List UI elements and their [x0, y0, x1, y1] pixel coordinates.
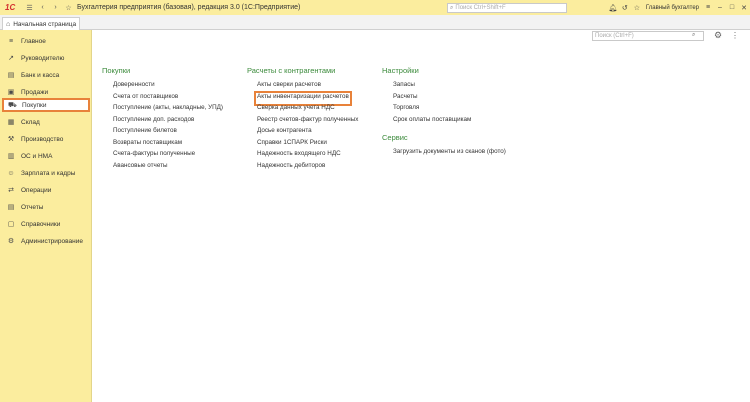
column-purchases: Покупки Доверенности Счета от поставщико… — [102, 66, 223, 173]
gear-icon: ⚙ — [7, 238, 15, 245]
home-icon: ⌂ — [6, 20, 11, 28]
page-search-placeholder: Поиск (Ctrl+F) — [595, 33, 634, 39]
link-item[interactable]: Поступление доп. расходов — [102, 116, 223, 128]
link-item[interactable]: Поступление (акты, накладные, УПД) — [102, 104, 223, 116]
sidebar-item-label: Склад — [21, 118, 40, 126]
close-icon[interactable]: ✕ — [738, 4, 750, 12]
warehouse-icon: ▦ — [7, 119, 15, 126]
link-item[interactable]: Запасы — [382, 81, 506, 93]
link-item[interactable]: Сверка данных учета НДС — [247, 104, 358, 116]
link-item[interactable]: Реестр счетов-фактур полученных — [247, 116, 358, 128]
bank-icon: ▤ — [7, 72, 15, 79]
sidebar-item-label: ОС и НМА — [21, 152, 53, 160]
people-icon: ☺ — [7, 169, 15, 177]
link-item[interactable]: Торговля — [382, 104, 506, 116]
column-settlements: Расчеты с контрагентами Акты сверки расч… — [247, 66, 358, 173]
sidebar-item-reports[interactable]: ▤ Отчеты — [0, 200, 92, 214]
cart-icon: ⛟ — [8, 101, 17, 109]
settings-menu-icon[interactable]: ≡ — [702, 4, 714, 11]
sidebar-item-label: Операции — [21, 186, 52, 194]
column-settings: Настройки Запасы Расчеты Торговля Срок о… — [382, 66, 506, 160]
link-item[interactable]: Поступление билетов — [102, 127, 223, 139]
hamburger-icon: ≡ — [8, 37, 14, 45]
sidebar-item-catalogs[interactable]: ▢ Справочники — [0, 217, 92, 231]
tab-home[interactable]: ⌂ Начальная страница — [2, 17, 80, 30]
sidebar-item-operations[interactable]: ⇄ Операции — [0, 183, 92, 197]
sidebar-item-label: Руководителю — [21, 54, 65, 62]
more-icon[interactable]: ⋮ — [731, 31, 739, 40]
global-search-input[interactable]: ⌕ Поиск Ctrl+Shift+F — [447, 3, 567, 13]
section-title: Расчеты с контрагентами — [247, 66, 336, 75]
chart-line-icon: ↗ — [8, 55, 14, 62]
operations-icon: ⇄ — [8, 187, 14, 194]
titlebar-right-controls: 🔔︎ ↺ ☆ Главный бухгалтер ≡ – □ ✕ — [607, 0, 750, 15]
settings-gear-icon[interactable]: ⚙ — [714, 30, 722, 41]
notifications-icon[interactable]: 🔔︎ — [607, 4, 619, 12]
link-item[interactable]: Надежность дебиторов — [247, 162, 358, 174]
sidebar-item-label: Продажи — [21, 88, 49, 96]
link-item[interactable]: Расчеты — [382, 93, 506, 105]
app-logo: 1С — [5, 3, 16, 12]
link-item[interactable]: Счета-фактуры полученные — [102, 150, 223, 162]
link-item[interactable]: Досье контрагента — [247, 127, 358, 139]
forward-icon[interactable]: › — [51, 3, 60, 12]
sidebar-item-bank[interactable]: ▤ Банк и касса — [0, 68, 92, 82]
section-title: Покупки — [102, 66, 131, 75]
building-icon: ▥ — [7, 153, 15, 160]
link-item[interactable]: Загрузить документы из сканов (фото) — [382, 148, 506, 160]
sidebar-item-label: Производство — [21, 135, 64, 143]
sidebar-item-admin[interactable]: ⚙ Администрирование — [0, 234, 92, 248]
factory-icon: ⚒ — [7, 136, 15, 143]
sidebar-item-warehouse[interactable]: ▦ Склад — [0, 115, 92, 129]
sidebar-item-label: Главное — [21, 37, 46, 45]
link-item[interactable]: Надежность входящего НДС — [247, 150, 358, 162]
title-bar: 1С ☰ ‹ › ☆ Бухгалтерия предприятия (базо… — [0, 0, 750, 15]
link-item[interactable]: Счета от поставщиков — [102, 93, 223, 105]
search-icon: ⌕ — [450, 4, 454, 11]
sidebar-item-purchases[interactable]: ⛟ Покупки — [2, 98, 90, 112]
sidebar-item-manager[interactable]: ↗ Руководителю — [0, 51, 92, 65]
maximize-icon[interactable]: □ — [726, 4, 738, 11]
global-search-placeholder: Поиск Ctrl+Shift+F — [455, 5, 506, 11]
sidebar-item-label: Покупки — [22, 101, 47, 109]
link-item[interactable]: Авансовые отчеты — [102, 162, 223, 174]
sidebar-item-production[interactable]: ⚒ Производство — [0, 132, 92, 146]
sidebar-item-label: Администрирование — [21, 237, 83, 245]
link-item[interactable]: Справки 1СПАРК Риски — [247, 139, 358, 151]
sidebar-item-fixed-assets[interactable]: ▥ ОС и НМА — [0, 149, 92, 163]
tab-label: Начальная страница — [13, 20, 77, 28]
window-title: Бухгалтерия предприятия (базовая), редак… — [77, 4, 301, 11]
current-user[interactable]: Главный бухгалтер — [646, 5, 699, 11]
link-item[interactable]: Акты сверки расчетов — [247, 81, 358, 93]
menu-icon[interactable]: ☰ — [25, 3, 34, 12]
tab-bar: ⌂ Начальная страница — [0, 15, 750, 30]
link-item[interactable]: Срок оплаты поставщикам — [382, 116, 506, 128]
report-icon: ▤ — [7, 204, 15, 211]
favorites-icon[interactable]: ☆ — [631, 4, 643, 12]
link-item[interactable]: Доверенности — [102, 81, 223, 93]
main-panel: Поиск (Ctrl+F) ⌕ ⚙ ⋮ Покупки Доверенност… — [93, 30, 750, 402]
sidebar-item-salary[interactable]: ☺ Зарплата и кадры — [0, 166, 92, 180]
back-icon[interactable]: ‹ — [38, 3, 47, 12]
favorite-icon[interactable]: ☆ — [64, 3, 73, 12]
link-item[interactable]: Возвраты поставщикам — [102, 139, 223, 151]
sidebar-item-main[interactable]: ≡ Главное — [0, 34, 92, 48]
page-search-input[interactable]: Поиск (Ctrl+F) — [592, 31, 704, 41]
section-title: Сервис — [382, 133, 408, 142]
section-title: Настройки — [382, 66, 419, 75]
search-icon[interactable]: ⌕ — [692, 32, 695, 39]
sidebar-item-label: Отчеты — [21, 203, 44, 211]
minimize-icon[interactable]: – — [714, 4, 726, 11]
book-icon: ▢ — [7, 221, 15, 228]
sidebar-item-label: Банк и касса — [21, 71, 60, 79]
sidebar-item-sales[interactable]: ▣ Продажи — [0, 85, 92, 99]
link-item-highlighted[interactable]: Акты инвентаризации расчетов — [254, 90, 352, 106]
sidebar: ≡ Главное ↗ Руководителю ▤ Банк и касса … — [0, 30, 92, 402]
sidebar-item-label: Справочники — [21, 220, 61, 228]
history-icon[interactable]: ↺ — [619, 4, 631, 12]
highlighted-row: Акты инвентаризации расчетов — [247, 90, 358, 106]
sidebar-item-label: Зарплата и кадры — [21, 169, 76, 177]
bag-icon: ▣ — [7, 89, 15, 96]
